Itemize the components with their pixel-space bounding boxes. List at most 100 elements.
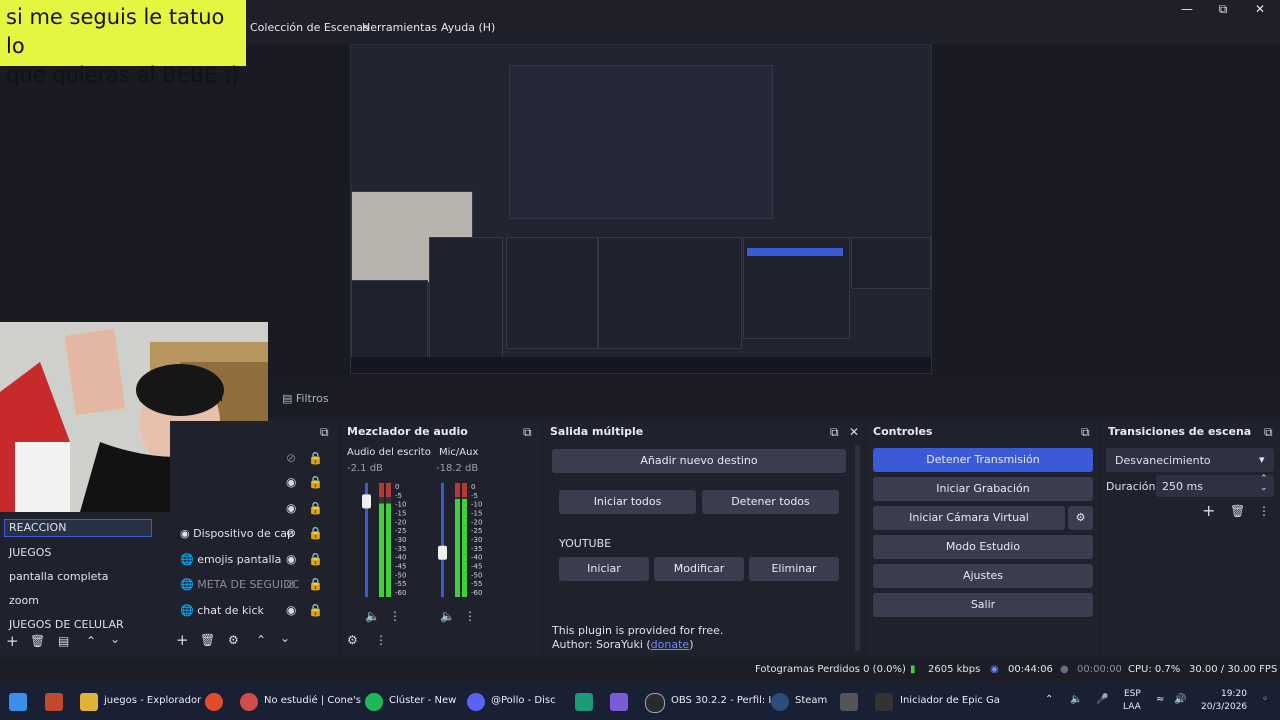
dock-undock-icon[interactable]: ⧉ [523, 425, 532, 440]
lock-icon[interactable]: 🔒 [308, 526, 323, 540]
clock-time[interactable]: 19:20 [1221, 689, 1247, 699]
fader-handle[interactable] [438, 545, 447, 560]
eye-icon[interactable]: ◉ [286, 603, 296, 617]
browser-icon[interactable] [240, 693, 258, 711]
scene-item[interactable]: REACCION [9, 521, 66, 534]
transition-menu-icon[interactable]: ⋮ [1258, 504, 1270, 518]
scene-item[interactable]: pantalla completa [9, 570, 108, 583]
start-recording-button[interactable]: Iniciar Grabación [873, 477, 1093, 501]
hidden-icon[interactable]: ⊘ [286, 526, 296, 540]
epic-icon[interactable] [875, 693, 893, 711]
scrollbar[interactable] [855, 445, 860, 651]
scene-item[interactable]: JUEGOS DE CELULAR [9, 618, 124, 631]
fader-handle[interactable] [362, 494, 371, 509]
discord-icon[interactable] [467, 693, 485, 711]
wifi-icon[interactable]: ≈ [1156, 694, 1164, 705]
scene-item[interactable]: JUEGOS [9, 546, 51, 559]
speaker-icon[interactable]: 🔊 [1174, 694, 1186, 705]
start-destination-button[interactable]: Iniciar [559, 557, 649, 581]
start-all-button[interactable]: Iniciar todos [559, 490, 696, 514]
keyboard-layout[interactable]: LAA [1123, 702, 1141, 712]
add-transition-icon[interactable]: + [1202, 501, 1215, 520]
start-virtual-camera-button[interactable]: Iniciar Cámara Virtual [873, 506, 1065, 530]
scene-item[interactable]: zoom [9, 594, 39, 607]
source-properties-icon[interactable]: ⚙ [228, 633, 239, 647]
hidden-icon[interactable]: ⊘ [286, 451, 296, 465]
menu-tools[interactable]: Herramientas [362, 21, 437, 34]
taskbar-app-label[interactable]: Clúster - New [389, 695, 456, 706]
dock-undock-icon[interactable]: ⧉ [1264, 425, 1273, 440]
move-scene-down-icon[interactable]: ⌄ [110, 632, 120, 646]
dock-undock-icon[interactable]: ⧉ [1081, 425, 1090, 440]
taskbar-app-label[interactable]: No estudié | Cone's [264, 695, 361, 706]
remove-transition-icon[interactable]: 🗑 [1230, 504, 1245, 518]
stop-stream-button[interactable]: Detener Transmisión [873, 448, 1093, 472]
eye-icon[interactable]: ◉ [286, 552, 296, 566]
menu-help[interactable]: Ayuda (H) [441, 21, 495, 34]
notifications-icon[interactable]: ◦ [1262, 694, 1268, 705]
source-item[interactable]: 🌐 chat de kick [180, 604, 264, 617]
channel-menu-icon[interactable]: ⋮ [464, 609, 476, 623]
exit-button[interactable]: Salir [873, 593, 1093, 617]
modify-destination-button[interactable]: Modificar [654, 557, 744, 581]
settings-button[interactable]: Ajustes [873, 564, 1093, 588]
taskbar-app-label[interactable]: Iniciador de Epic Ga [900, 695, 1000, 706]
studio-mode-button[interactable]: Modo Estudio [873, 535, 1093, 559]
lock-icon[interactable]: 🔒 [308, 577, 323, 591]
move-source-down-icon[interactable]: ⌄ [280, 631, 290, 645]
lock-icon[interactable]: 🔒 [308, 451, 323, 465]
add-destination-button[interactable]: Añadir nuevo destino [552, 449, 846, 473]
start-menu-icon[interactable] [9, 693, 27, 711]
minimize-icon[interactable]: — [1178, 2, 1196, 16]
lock-icon[interactable]: 🔒 [308, 501, 323, 515]
remove-source-icon[interactable]: 🗑 [200, 633, 215, 647]
taskbar-app-label[interactable]: OBS 30.2.2 - Perfil: I [671, 695, 771, 706]
fader-track[interactable] [441, 483, 444, 597]
close-icon[interactable]: ✕ [1251, 2, 1269, 16]
spotify-icon[interactable] [365, 693, 383, 711]
lock-icon[interactable]: 🔒 [308, 475, 323, 489]
mic-icon[interactable]: 🎤 [1096, 694, 1108, 705]
add-source-icon[interactable]: + [176, 631, 189, 649]
scene-filters-icon[interactable]: ▤ [58, 634, 69, 648]
dock-undock-icon[interactable]: ⧉ [320, 425, 329, 440]
dock-undock-icon[interactable]: ⧉ [830, 425, 839, 440]
app-icon[interactable] [840, 693, 858, 711]
taskbar-app-label[interactable]: juegos - Explorador [104, 695, 201, 706]
obs-icon[interactable] [645, 693, 665, 713]
menu-scene-collection[interactable]: Colección de Escenas [250, 21, 369, 34]
virtual-camera-settings-icon[interactable]: ⚙ [1068, 506, 1093, 530]
move-scene-up-icon[interactable]: ⌃ [86, 634, 96, 648]
channel-menu-icon[interactable]: ⋮ [389, 609, 401, 623]
transition-select[interactable]: Desvanecimiento ▾ [1106, 448, 1274, 472]
copilot-icon[interactable] [610, 693, 628, 711]
taskbar-app-label[interactable]: @Pollo - Disc [491, 695, 556, 706]
source-item[interactable]: ◉ Dispositivo de cap [180, 527, 294, 540]
folder-icon[interactable] [80, 693, 98, 711]
taskbar-app-label[interactable]: Steam [795, 695, 827, 706]
volume-meters[interactable]: 0-5-10-15-20-25-30-35-40-45-50-55-600-5-… [341, 479, 541, 609]
language-code[interactable]: ESP [1124, 689, 1141, 699]
move-source-up-icon[interactable]: ⌃ [256, 633, 266, 647]
tray-expand-icon[interactable]: ⌃ [1045, 694, 1053, 705]
stop-all-button[interactable]: Detener todos [702, 490, 839, 514]
hidden-icon[interactable]: ⊘ [286, 577, 296, 591]
volume-icon[interactable]: 🔈 [1070, 694, 1082, 705]
speaker-icon[interactable]: 🔈 [440, 609, 455, 623]
duration-spinbox[interactable]: 250 ms ⌃ ⌄ [1156, 474, 1274, 497]
advanced-audio-icon[interactable]: ⚙ [347, 633, 358, 647]
delete-destination-button[interactable]: Eliminar [749, 557, 839, 581]
clock-date[interactable]: 20/3/2026 [1201, 702, 1247, 712]
steam-icon[interactable] [771, 693, 789, 711]
speaker-icon[interactable]: 🔈 [365, 609, 380, 623]
app-icon[interactable] [45, 693, 63, 711]
maximize-icon[interactable]: ⧉ [1214, 2, 1232, 16]
app-icon[interactable] [575, 693, 593, 711]
remove-scene-icon[interactable]: 🗑 [30, 634, 45, 648]
dock-close-icon[interactable]: ✕ [849, 425, 859, 439]
browser-icon[interactable] [205, 693, 223, 711]
source-item[interactable]: 🌐 emojis pantalla [180, 553, 281, 566]
filters-button[interactable]: ▤ Filtros [282, 392, 329, 405]
eye-icon[interactable]: ◉ [286, 501, 296, 515]
lock-icon[interactable]: 🔒 [308, 603, 323, 617]
